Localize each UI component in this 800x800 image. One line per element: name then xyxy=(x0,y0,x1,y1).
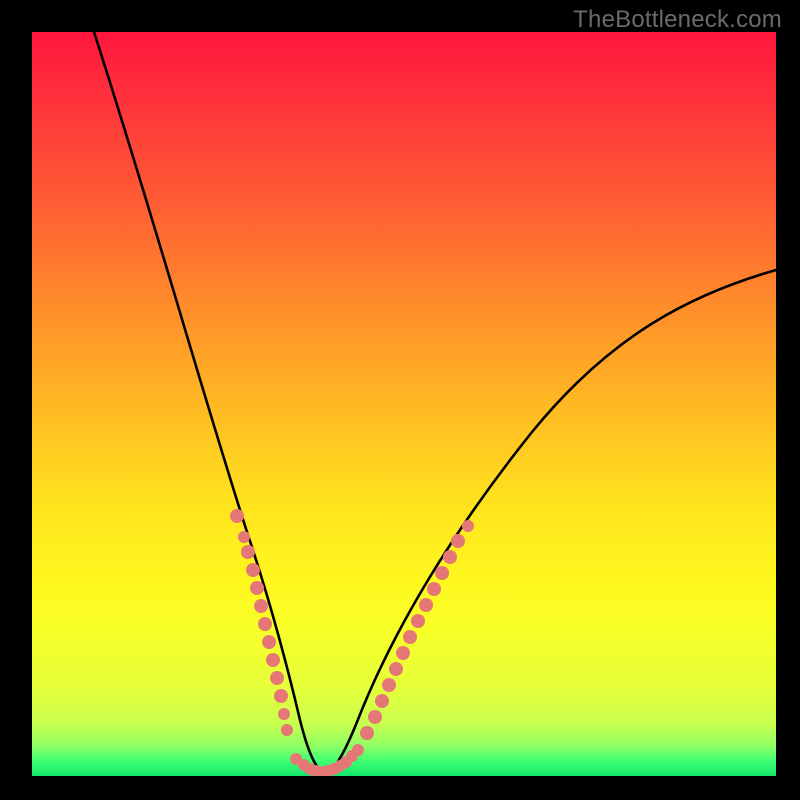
watermark-text: TheBottleneck.com xyxy=(573,6,782,34)
plot-area xyxy=(32,32,776,776)
chart-frame: TheBottleneck.com xyxy=(0,0,800,800)
curve-layer xyxy=(32,32,776,776)
dots-left-branch xyxy=(230,509,293,736)
dots-bottom xyxy=(290,744,364,776)
dots-right-branch xyxy=(360,520,474,740)
bottleneck-curve xyxy=(94,32,776,772)
